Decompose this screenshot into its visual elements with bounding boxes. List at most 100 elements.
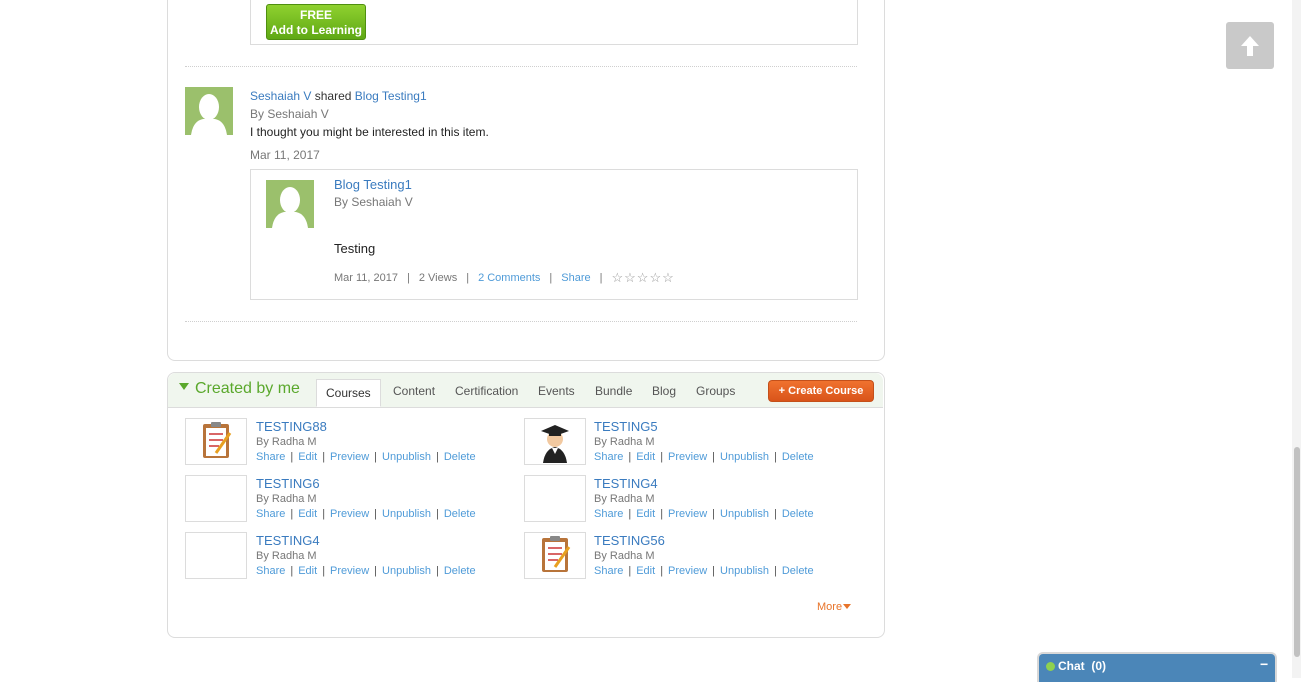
unpublish-link[interactable]: Unpublish [720,508,769,520]
target-link[interactable]: Blog Testing1 [355,89,427,103]
actor-link[interactable]: Seshaiah V [250,89,311,103]
item-author: By Seshaiah V [334,195,413,209]
divider [185,66,857,67]
avatar[interactable] [185,87,233,135]
preview-link[interactable]: Preview [330,508,369,520]
preview-link[interactable]: Preview [330,565,369,577]
course-author: By Radha M [594,493,655,505]
caret-down-icon [843,604,852,609]
more-link[interactable]: More [817,601,852,613]
course-actions: Share | Edit | Preview | Unpublish | Delete [256,451,476,463]
activity-date: Mar 11, 2017 [250,148,320,162]
course-thumbnail[interactable] [185,418,247,465]
add-to-learning-label: Add to Learning [270,23,362,37]
arrow-up-icon [1241,36,1259,56]
item-meta: Mar 11, 2017 | 2 Views | 2 Comments | Share | ☆☆… [334,270,675,286]
unpublish-link[interactable]: Unpublish [382,451,431,463]
course-author: By Radha M [594,436,655,448]
share-link[interactable]: Share [561,272,590,284]
clipboard-icon [542,536,571,572]
activity-verb: shared [314,89,352,103]
course-title[interactable]: TESTING5 [594,419,658,434]
course-title[interactable]: TESTING4 [256,533,320,548]
minimize-icon[interactable]: − [1260,656,1268,672]
default-user-icon [185,87,233,135]
delete-link[interactable]: Delete [444,565,476,577]
delete-link[interactable]: Delete [444,508,476,520]
created-by-me-title[interactable]: Created by me [179,380,300,398]
rating-stars[interactable]: ☆☆☆☆☆ [612,270,675,286]
share-link[interactable]: Share [256,565,285,577]
course-thumbnail[interactable] [524,418,586,465]
preview-link[interactable]: Preview [668,508,707,520]
course-author: By Radha M [256,493,317,505]
preview-link[interactable]: Preview [668,565,707,577]
edit-link[interactable]: Edit [636,508,655,520]
course-author: By Radha M [594,550,655,562]
course-actions: Share | Edit | Preview | Unpublish | Delete [594,565,814,577]
delete-link[interactable]: Delete [782,508,814,520]
course-thumbnail[interactable] [185,475,247,522]
activity-author: By Seshaiah V [250,107,329,121]
course-thumbnail[interactable] [524,532,586,579]
share-link[interactable]: Share [256,508,285,520]
course-actions: Share | Edit | Preview | Unpublish | Delete [256,508,476,520]
delete-link[interactable]: Delete [444,451,476,463]
course-title[interactable]: TESTING56 [594,533,665,548]
course-author: By Radha M [256,436,317,448]
scroll-to-top-button[interactable] [1226,22,1274,69]
collapse-triangle-icon[interactable] [179,383,189,390]
tab-blog[interactable]: Blog [652,380,676,407]
tab-events[interactable]: Events [538,380,575,407]
tab-bundle[interactable]: Bundle [595,380,632,407]
edit-link[interactable]: Edit [636,451,655,463]
course-title[interactable]: TESTING6 [256,476,320,491]
item-body: Testing [334,241,376,256]
tab-content[interactable]: Content [393,380,435,407]
item-avatar[interactable] [266,180,314,228]
share-link[interactable]: Share [594,451,623,463]
course-actions: Share | Edit | Preview | Unpublish | Delete [256,565,476,577]
create-course-button[interactable]: + Create Course [768,380,874,402]
activity-message: I thought you might be interested in thi… [250,125,489,139]
chat-label: Chat (0) [1058,659,1107,673]
scrollbar-thumb[interactable] [1294,447,1300,657]
preview-link[interactable]: Preview [330,451,369,463]
unpublish-link[interactable]: Unpublish [720,565,769,577]
online-status-icon [1046,662,1055,671]
course-author: By Radha M [256,550,317,562]
course-thumbnail[interactable] [524,475,586,522]
edit-link[interactable]: Edit [298,508,317,520]
share-link[interactable]: Share [594,508,623,520]
graduate-icon [541,425,569,463]
share-link[interactable]: Share [594,565,623,577]
tab-courses[interactable]: Courses [316,379,381,407]
unpublish-link[interactable]: Unpublish [720,451,769,463]
divider [185,321,857,322]
unpublish-link[interactable]: Unpublish [382,565,431,577]
course-title[interactable]: TESTING4 [594,476,658,491]
share-link[interactable]: Share [256,451,285,463]
delete-link[interactable]: Delete [782,565,814,577]
clipboard-icon [203,422,232,458]
activity-headline: Seshaiah V shared Blog Testing1 [250,89,427,103]
free-label: FREE [299,8,332,22]
item-views: 2 Views [418,272,458,284]
default-user-icon [266,180,314,228]
course-title[interactable]: TESTING88 [256,419,327,434]
unpublish-link[interactable]: Unpublish [382,508,431,520]
item-date: Mar 11, 2017 [334,272,399,284]
edit-link[interactable]: Edit [298,451,317,463]
edit-link[interactable]: Edit [636,565,655,577]
comments-link[interactable]: 2 Comments [478,272,540,284]
edit-link[interactable]: Edit [298,565,317,577]
add-to-learning-button[interactable]: FREE Add to Learning [266,4,366,40]
course-actions: Share | Edit | Preview | Unpublish | Delete [594,451,814,463]
tab-certification[interactable]: Certification [455,380,518,407]
preview-link[interactable]: Preview [668,451,707,463]
course-actions: Share | Edit | Preview | Unpublish | Delete [594,508,814,520]
course-thumbnail[interactable] [185,532,247,579]
item-title-link[interactable]: Blog Testing1 [334,177,412,192]
delete-link[interactable]: Delete [782,451,814,463]
tab-groups[interactable]: Groups [696,380,735,407]
